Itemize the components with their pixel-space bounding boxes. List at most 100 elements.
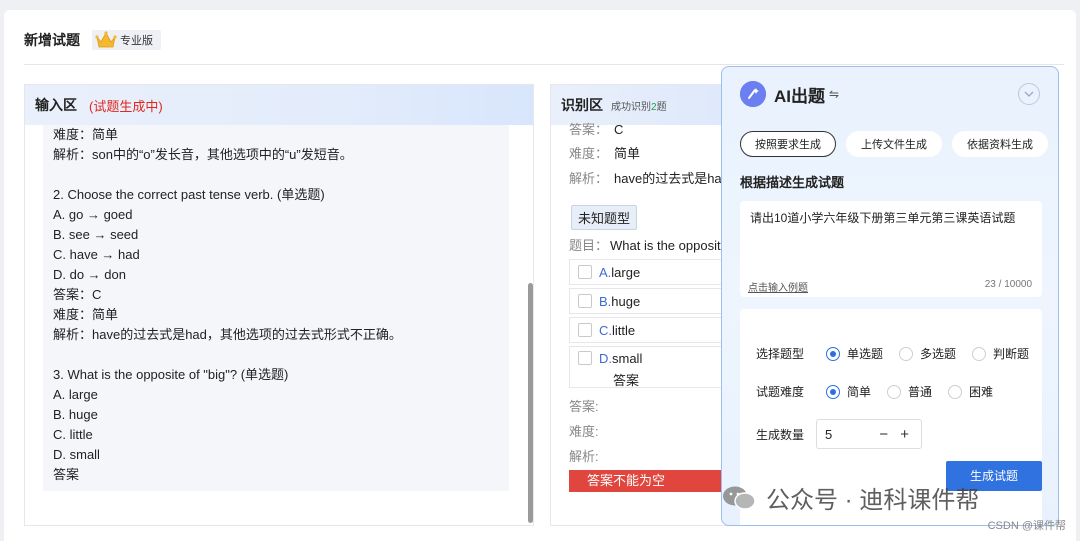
input-panel: 输入区 (试题生成中) 难度：简单 解析：son中的“o”发长音，其他选项中的“…: [24, 84, 534, 526]
ai-question-panel: AI出题 ⇋ 按照要求生成 上传文件生成 依据资料生成 根据描述生成试题 请出1…: [721, 66, 1059, 526]
answer-value: C: [614, 122, 624, 137]
answer-row: 答案:: [569, 396, 599, 415]
question-type-row: 选择题型 单选题 多选题 判断题: [756, 345, 1035, 362]
difficulty-row: 试题难度 简单 普通 困难: [756, 383, 999, 400]
difficulty-value: 简单: [614, 146, 641, 161]
swap-icon[interactable]: ⇋: [829, 87, 839, 101]
option-checkbox[interactable]: [578, 323, 592, 337]
analysis-value: have的过去式是had,: [614, 171, 733, 186]
page-header: 新增试题 专业版: [24, 30, 161, 50]
input-line: 解析：son中的“o”发长音，其他选项中的“u”发短音。: [53, 147, 353, 162]
radio-label: 判断题: [993, 347, 1030, 361]
input-line: 难度：简单: [53, 127, 119, 142]
input-line: C. little: [53, 427, 93, 442]
count-row: 生成数量 5 − +: [756, 419, 922, 449]
difficulty-label: 难度:: [569, 424, 599, 439]
quantity-value[interactable]: 5: [825, 427, 832, 442]
analysis-label: 解析:: [569, 449, 599, 464]
example-link[interactable]: 点击输入例题: [748, 279, 808, 294]
option-a[interactable]: A. large: [569, 259, 739, 285]
option-letter: C.: [599, 322, 612, 338]
radio-hard[interactable]: [948, 384, 963, 399]
radio-label: 简单: [847, 385, 872, 399]
question-label: 题目：: [569, 238, 609, 253]
recognition-panel: 识别区 成功识别2题 答案： C 难度： 简单 解析： have的过去式是had, 未…: [550, 84, 740, 526]
error-banner: 答案不能为空: [569, 470, 739, 492]
prompt-input[interactable]: 请出10道小学六年级下册第三单元第三课英语试题 点击输入例题 23 / 1000…: [740, 201, 1042, 297]
analysis-label: 解析：: [569, 171, 609, 186]
option-checkbox[interactable]: [578, 351, 592, 365]
generation-status: (试题生成中): [89, 98, 163, 114]
char-count: 23 / 10000: [984, 279, 1032, 290]
question-row: 题目： What is the opposit: [569, 235, 721, 254]
option-d[interactable]: D.small 答案: [569, 346, 739, 388]
option-checkbox[interactable]: [578, 294, 592, 308]
option-d-content: D.small 答案: [599, 351, 642, 389]
difficulty-row-2: 难度:: [569, 421, 599, 440]
answer-row-top: 答案： C: [569, 119, 623, 138]
option-d-line: D.small: [599, 351, 642, 366]
ai-mode-tabs: 按照要求生成 上传文件生成 依据资料生成: [740, 131, 1048, 157]
input-line: A. go → goed: [53, 207, 133, 222]
type-label: 选择题型: [756, 347, 805, 361]
option-text: huge: [611, 293, 641, 309]
radio-multiple[interactable]: [899, 346, 914, 361]
success-suffix: 题: [656, 101, 667, 113]
option-letter: B.: [599, 293, 612, 309]
collapse-chevron-icon[interactable]: [1018, 83, 1040, 105]
option-text: little: [612, 322, 636, 338]
answer-label: 答案:: [569, 399, 599, 414]
watermark-text: 公众号 · 迪科课件帮: [766, 487, 980, 514]
header-divider: [24, 64, 1064, 65]
input-scrollbar[interactable]: [528, 283, 533, 523]
radio-label: 多选题: [920, 347, 957, 361]
ai-panel-header: AI出题 ⇋: [740, 81, 839, 107]
difficulty-row: 难度： 简单: [569, 143, 640, 162]
tab-by-material[interactable]: 依据资料生成: [952, 131, 1048, 157]
option-b[interactable]: B. huge: [569, 288, 739, 314]
ai-logo-icon: [740, 81, 766, 107]
radio-easy[interactable]: [826, 384, 840, 399]
input-panel-title: 输入区: [35, 97, 77, 113]
input-line: 答案: [53, 467, 80, 482]
watermark: 公众号 · 迪科课件帮: [722, 480, 979, 515]
input-line: 难度：简单: [53, 307, 119, 322]
option-checkbox[interactable]: [578, 265, 592, 279]
analysis-row-2: 解析:: [569, 446, 599, 465]
option-c[interactable]: C. little: [569, 317, 739, 343]
radio-single[interactable]: [826, 346, 840, 361]
success-prefix: 成功识别: [611, 101, 651, 113]
radio-label: 困难: [969, 385, 994, 399]
input-panel-header: 输入区 (试题生成中): [25, 85, 533, 125]
quantity-stepper[interactable]: 5 − +: [816, 419, 922, 449]
input-textarea[interactable]: 难度：简单 解析：son中的“o”发长音，其他选项中的“u”发短音。 2. Ch…: [43, 125, 509, 491]
difficulty-setting-label: 试题难度: [756, 385, 805, 399]
input-line: 答案：C: [53, 287, 102, 302]
tab-by-requirement[interactable]: 按照要求生成: [740, 131, 836, 157]
stepper-buttons[interactable]: − +: [879, 426, 913, 443]
recognition-panel-title: 识别区: [561, 97, 603, 113]
input-line: 解析：have的过去式是had，其他选项的过去式形式不正确。: [53, 327, 402, 342]
radio-normal[interactable]: [887, 384, 902, 399]
option-text: small: [612, 351, 643, 366]
pro-badge-label: 专业版: [120, 35, 153, 47]
analysis-row: 解析： have的过去式是had,: [569, 168, 733, 187]
option-text: large: [611, 264, 641, 280]
input-line: [53, 345, 499, 365]
question-type-tag[interactable]: 未知题型: [571, 205, 638, 230]
page-title: 新增试题: [24, 32, 80, 48]
answer-label: 答案：: [569, 122, 609, 137]
wechat-icon: [722, 485, 756, 511]
pro-badge: 专业版: [92, 30, 161, 50]
radio-label: 普通: [908, 385, 933, 399]
prompt-text: 请出10道小学六年级下册第三单元第三课英语试题: [750, 211, 1016, 225]
tab-upload-file[interactable]: 上传文件生成: [846, 131, 942, 157]
success-count-text: 成功识别2题: [611, 98, 667, 113]
question-value: What is the opposit: [610, 238, 721, 253]
input-line: 2. Choose the correct past tense verb. (…: [53, 187, 325, 202]
input-line: 3. What is the opposite of "big"? (单选题): [53, 367, 289, 382]
radio-judge[interactable]: [972, 346, 987, 361]
count-label: 生成数量: [756, 427, 805, 442]
input-line: D. small: [53, 447, 100, 462]
input-line: B. see → seed: [53, 227, 139, 242]
